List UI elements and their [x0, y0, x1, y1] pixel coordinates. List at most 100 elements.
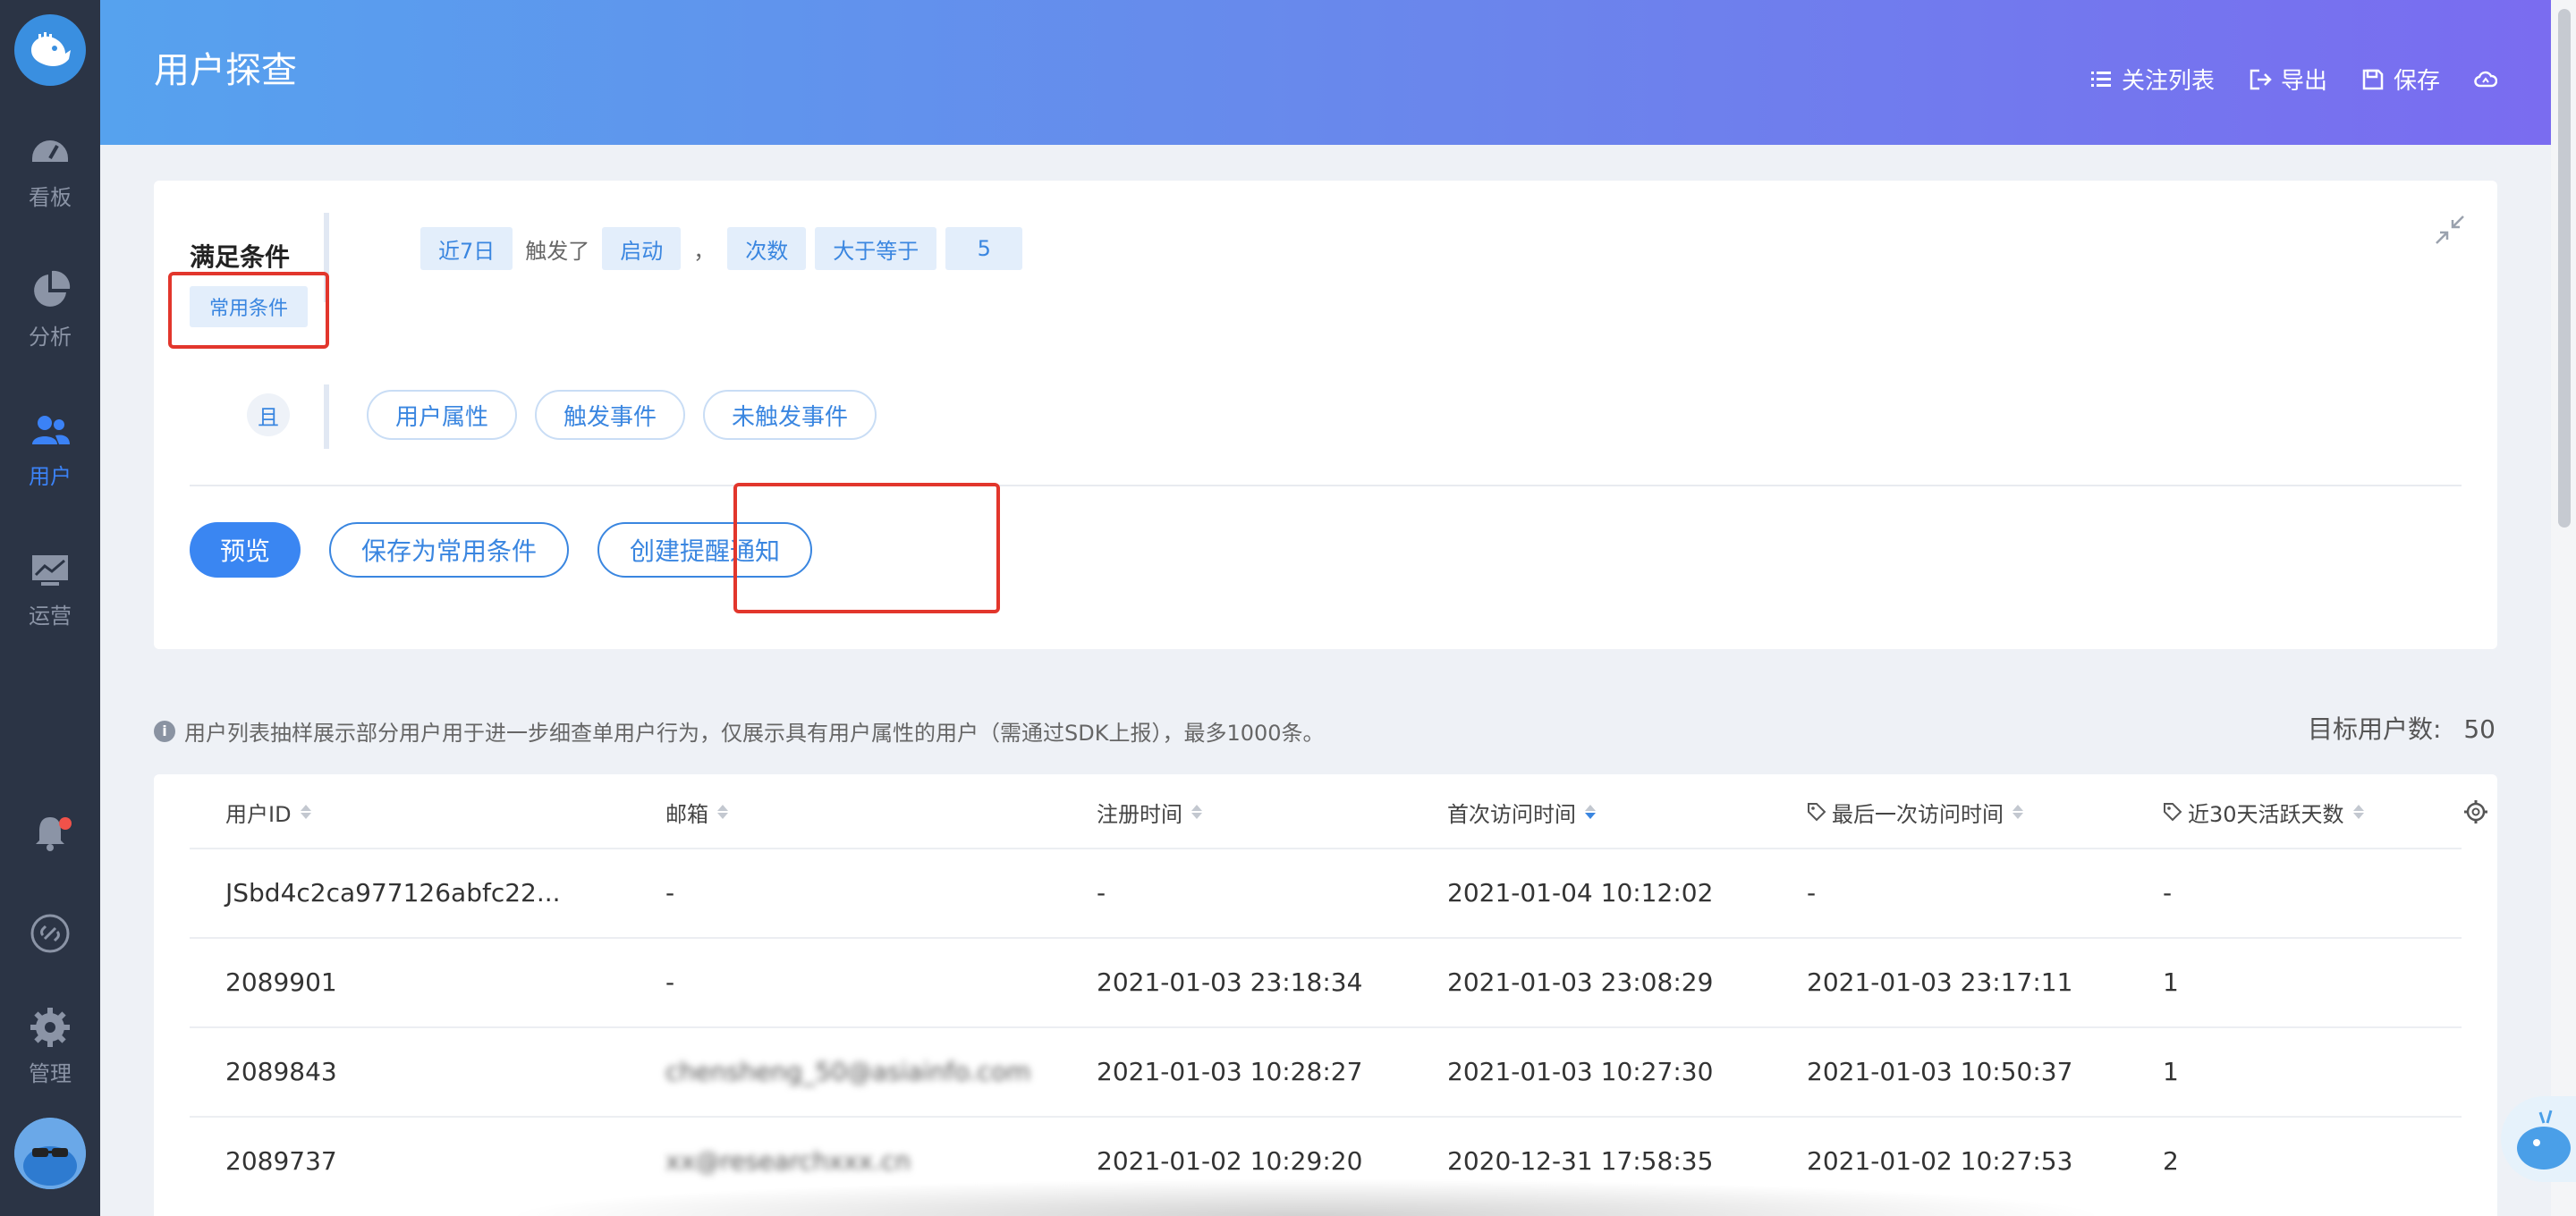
cell-active-days: 2: [2163, 1146, 2179, 1176]
help-assistant-button[interactable]: [2501, 1096, 2576, 1182]
sidebar-item-analysis[interactable]: 分析: [0, 256, 100, 363]
table-header: 用户ID 邮箱 注册时间 首次访问时间 最后一次访问时间 近30天活跃天数: [154, 774, 2497, 849]
user-avatar-icon: [14, 1118, 86, 1189]
monitor-chart-icon: [32, 554, 68, 586]
cell-user-id[interactable]: 2089901: [225, 967, 337, 997]
cell-register-time: 2021-01-02 10:29:20: [1097, 1146, 1363, 1176]
save-icon: [2362, 69, 2384, 89]
cell-last-visit: 2021-01-02 10:27:53: [1807, 1146, 2073, 1176]
target-count-label: 目标用户数:: [2308, 714, 2442, 744]
sort-icon[interactable]: [1191, 805, 1202, 819]
operator-select[interactable]: 大于等于: [815, 227, 937, 270]
cell-last-visit: -: [1807, 878, 1817, 908]
sort-icon[interactable]: [300, 805, 311, 819]
column-label: 用户ID: [225, 801, 292, 827]
cell-active-days: 1: [2163, 967, 2179, 997]
cell-email: chensheng_50@asiainfo.com: [665, 1057, 1031, 1086]
add-user-property-button[interactable]: 用户属性: [367, 390, 518, 440]
avatar[interactable]: [14, 1118, 86, 1189]
export-icon: [2250, 69, 2272, 89]
divider: [190, 485, 2462, 486]
dashboard-gauge-icon: [32, 139, 68, 162]
sort-icon[interactable]: [2012, 805, 2023, 819]
sidebar-item-dashboard[interactable]: 看板: [0, 116, 100, 224]
column-last-visit[interactable]: 最后一次访问时间: [1807, 797, 2023, 828]
cell-first-visit: 2021-01-03 10:27:30: [1447, 1057, 1714, 1086]
sort-icon[interactable]: [2352, 805, 2364, 819]
condition-panel: 满足条件 常用条件 近7日 触发了 启动 ， 次数 大于等于 5 且 用户属性 …: [154, 181, 2497, 649]
table-row[interactable]: 2089901 - 2021-01-03 23:18:34 2021-01-03…: [190, 937, 2462, 1026]
sidebar-item-operations[interactable]: 运营: [0, 535, 100, 642]
save-as-common-button[interactable]: 保存为常用条件: [329, 522, 570, 578]
and-toggle[interactable]: 且: [247, 393, 290, 436]
whale-assistant-icon: [2517, 1110, 2571, 1170]
cell-email: -: [665, 878, 675, 908]
add-triggered-event-button[interactable]: 触发事件: [535, 390, 686, 440]
cell-email: xx@researchxxx.cn: [665, 1146, 911, 1176]
table-row[interactable]: JSbd4c2ca977126abfc22... - - 2021-01-04 …: [190, 848, 2462, 937]
whale-logo-icon: [31, 32, 71, 66]
info-text: 用户列表抽样展示部分用户用于进一步细查单用户行为，仅展示具有用户属性的用户（需通…: [184, 721, 1325, 746]
sidebar-item-manage[interactable]: 管理: [0, 992, 100, 1100]
column-user-id[interactable]: 用户ID: [225, 797, 311, 828]
list-icon: [2090, 71, 2111, 87]
cloud-icon: [2474, 71, 2497, 87]
add-condition-pills: 用户属性 触发事件 未触发事件: [367, 390, 877, 440]
add-not-triggered-event-button[interactable]: 未触发事件: [703, 390, 877, 440]
sidebar-item-label: 用户: [29, 463, 72, 489]
condition-rule: 近7日 触发了 启动 ， 次数 大于等于 5: [420, 227, 1023, 270]
collapse-icon[interactable]: [2435, 215, 2465, 245]
sort-icon[interactable]: [1585, 805, 1596, 819]
export-button[interactable]: 导出: [2249, 63, 2327, 96]
tag-icon: [2164, 803, 2182, 822]
watch-list-button[interactable]: 关注列表: [2089, 63, 2215, 96]
save-button[interactable]: 保存: [2361, 63, 2440, 96]
cell-user-id[interactable]: 2089737: [225, 1146, 337, 1176]
column-email[interactable]: 邮箱: [665, 797, 728, 828]
bottom-shadow: [501, 1178, 2111, 1216]
column-register-time[interactable]: 注册时间: [1097, 797, 1202, 828]
scrollbar-thumb[interactable]: [2558, 9, 2571, 528]
user-table: 用户ID 邮箱 注册时间 首次访问时间 最后一次访问时间 近30天活跃天数 JS…: [154, 774, 2497, 1216]
period-select[interactable]: 近7日: [420, 227, 513, 270]
page-scrollbar[interactable]: [2551, 0, 2576, 1216]
cell-register-time: -: [1097, 878, 1106, 908]
sidebar-item-users[interactable]: 用户: [0, 395, 100, 502]
cloud-button[interactable]: [2474, 68, 2497, 91]
column-active-days[interactable]: 近30天活跃天数: [2163, 797, 2364, 828]
page-title: 用户探查: [154, 50, 297, 91]
sidebar-item-label: 管理: [29, 1060, 72, 1086]
cell-first-visit: 2020-12-31 17:58:35: [1447, 1146, 1714, 1176]
sidebar-item-label: 运营: [29, 603, 72, 629]
page-header: 用户探查 关注列表 导出 保存: [100, 0, 2551, 145]
sidebar-item-link[interactable]: [0, 892, 100, 982]
column-label: 首次访问时间: [1447, 801, 1576, 827]
table-row[interactable]: 2089843 chensheng_50@asiainfo.com 2021-0…: [190, 1026, 2462, 1116]
target-user-count: 目标用户数: 50: [2308, 710, 2496, 746]
column-first-visit[interactable]: 首次访问时间: [1447, 797, 1596, 828]
column-settings-icon[interactable]: [2463, 799, 2488, 824]
link-circle-icon: [30, 914, 70, 953]
cell-user-id[interactable]: 2089843: [225, 1057, 337, 1086]
sort-icon[interactable]: [717, 805, 728, 819]
gear-icon: [30, 1007, 70, 1047]
separator-text: ，: [693, 238, 716, 264]
cell-user-id[interactable]: JSbd4c2ca977126abfc22...: [225, 878, 561, 908]
verb-text: 触发了: [525, 238, 590, 264]
app-logo[interactable]: [14, 14, 86, 86]
cell-register-time: 2021-01-03 10:28:27: [1097, 1057, 1363, 1086]
sidebar-item-notifications[interactable]: [0, 792, 100, 882]
cell-email: -: [665, 967, 675, 997]
column-label: 最后一次访问时间: [1832, 801, 2004, 827]
export-label: 导出: [2280, 68, 2327, 95]
metric-select[interactable]: 次数: [727, 227, 807, 270]
preview-button[interactable]: 预览: [190, 522, 301, 578]
sidebar-item-label: 看板: [29, 184, 72, 210]
action-buttons: 预览 保存为常用条件 创建提醒通知: [190, 522, 813, 578]
value-input[interactable]: 5: [945, 227, 1023, 270]
event-select[interactable]: 启动: [602, 227, 682, 270]
watch-list-label: 关注列表: [2121, 68, 2215, 95]
cell-register-time: 2021-01-03 23:18:34: [1097, 967, 1363, 997]
highlight-box: [168, 272, 329, 349]
header-actions: 关注列表 导出 保存: [2089, 63, 2497, 96]
